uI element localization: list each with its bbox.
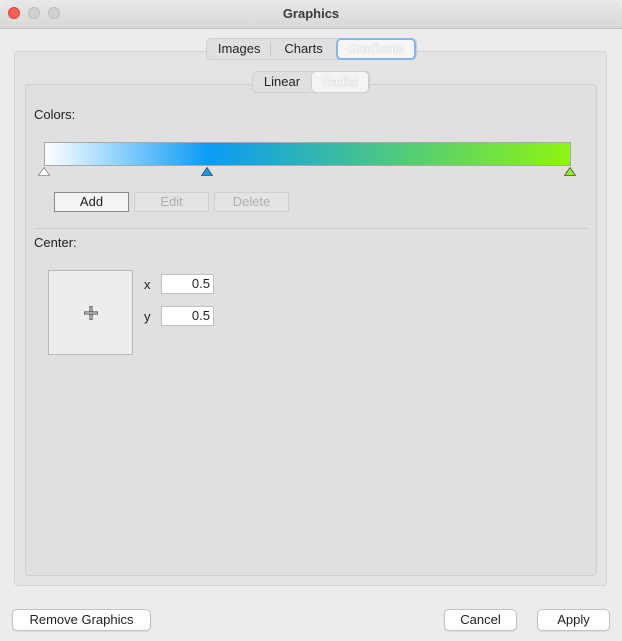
x-label: x bbox=[144, 277, 151, 292]
center-y-field[interactable]: 0.5 bbox=[161, 306, 214, 326]
gradient-type-tab-bar: Linear Radial bbox=[252, 71, 370, 93]
center-x-field[interactable]: 0.5 bbox=[161, 274, 214, 294]
tab-radial[interactable]: Radial bbox=[311, 71, 369, 93]
apply-button[interactable]: Apply bbox=[537, 609, 610, 631]
crosshair-icon bbox=[83, 305, 99, 323]
remove-graphics-button[interactable]: Remove Graphics bbox=[12, 609, 151, 631]
tab-linear[interactable]: Linear bbox=[253, 72, 311, 92]
cancel-button[interactable]: Cancel bbox=[444, 609, 517, 631]
tab-charts[interactable]: Charts bbox=[271, 39, 335, 59]
graphics-window: Graphics Images Charts Gradients Linear … bbox=[0, 0, 622, 641]
delete-stop-button[interactable]: Delete bbox=[214, 192, 289, 212]
tab-images[interactable]: Images bbox=[207, 39, 272, 59]
center-label: Center: bbox=[34, 235, 77, 250]
add-stop-button[interactable]: Add bbox=[54, 192, 129, 212]
window-title: Graphics bbox=[282, 6, 340, 21]
title-bar: Graphics bbox=[0, 0, 622, 29]
colors-label: Colors: bbox=[34, 107, 76, 122]
main-tab-bar: Images Charts Gradients bbox=[206, 38, 417, 60]
edit-stop-button[interactable]: Edit bbox=[134, 192, 209, 212]
tab-gradients[interactable]: Gradients bbox=[335, 38, 416, 60]
center-picker[interactable] bbox=[48, 270, 133, 355]
gradient-preview-bar[interactable] bbox=[44, 142, 571, 166]
y-label: y bbox=[144, 309, 151, 324]
section-divider bbox=[34, 228, 588, 229]
